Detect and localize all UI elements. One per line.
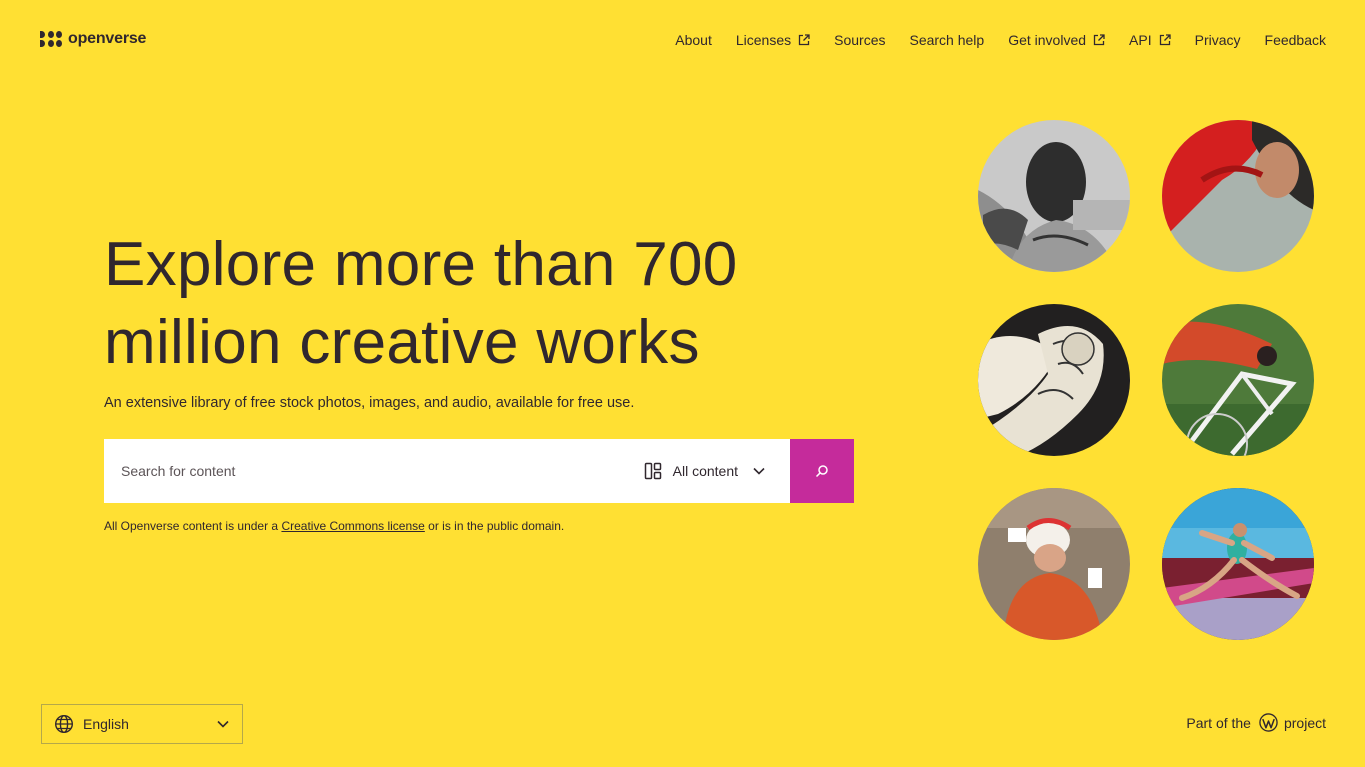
- license-note-text: or is in the public domain.: [424, 519, 565, 533]
- wrestlers-illustration-image: [978, 304, 1130, 456]
- chevron-down-icon: [753, 467, 765, 475]
- search-icon: [815, 465, 828, 478]
- headline-line-1: Explore more than 700: [104, 230, 738, 299]
- search-button[interactable]: [790, 439, 854, 503]
- headline-line-2: million creative works: [104, 308, 700, 377]
- athlete-portrait-image: [978, 120, 1130, 272]
- track-cyclist-image: [1162, 304, 1314, 456]
- nav-get-involved[interactable]: Get involved: [1008, 32, 1105, 48]
- search-field-container: All content: [104, 439, 790, 503]
- license-note: All Openverse content is under a Creativ…: [104, 519, 564, 533]
- chevron-down-icon: [217, 720, 229, 728]
- gallery-image-cyclist-helmet[interactable]: [978, 488, 1130, 640]
- athlete-red-image: [1162, 120, 1314, 272]
- creative-commons-link[interactable]: Creative Commons license: [281, 519, 424, 533]
- nav-api[interactable]: API: [1129, 32, 1171, 48]
- openverse-logo[interactable]: openverse: [40, 30, 146, 48]
- search-input[interactable]: [121, 463, 632, 479]
- wp-credit-text: project: [1283, 714, 1326, 731]
- logo-mark-icon: [40, 31, 62, 47]
- nav-search-help[interactable]: Search help: [909, 32, 984, 48]
- external-link-icon: [1159, 34, 1171, 46]
- nav-feedback[interactable]: Feedback: [1265, 32, 1326, 48]
- language-select[interactable]: English: [41, 704, 243, 744]
- home-page: openverse About Licenses Sources Search …: [0, 0, 1365, 767]
- nav-sources[interactable]: Sources: [834, 32, 885, 48]
- nav-label: API: [1129, 32, 1152, 48]
- sprinter-running-image: [1162, 488, 1314, 640]
- content-type-dropdown[interactable]: All content: [632, 439, 790, 503]
- logo-text: openverse: [68, 30, 147, 47]
- gallery-image-athlete-portrait[interactable]: [978, 120, 1130, 272]
- nav-label: Sources: [834, 32, 886, 48]
- gallery-image-athlete-red[interactable]: [1162, 120, 1314, 272]
- gallery-image-track-cyclist[interactable]: [1162, 304, 1314, 456]
- nav-label: Get involved: [1008, 32, 1087, 48]
- nav-label: Search help: [909, 32, 985, 48]
- main-nav: About Licenses Sources Search help Get i…: [675, 31, 1326, 49]
- external-link-icon: [1093, 34, 1105, 46]
- wp-credit-text: Part of the: [1186, 714, 1251, 731]
- external-link-icon: [798, 34, 810, 46]
- content-type-icon: [644, 462, 661, 480]
- cyclist-helmet-image: [978, 488, 1130, 640]
- nav-privacy[interactable]: Privacy: [1195, 32, 1241, 48]
- wordpress-credit[interactable]: Part of the project: [1186, 713, 1326, 732]
- gallery-image-wrestlers[interactable]: [978, 304, 1130, 456]
- globe-icon: [54, 714, 74, 734]
- wordpress-icon: [1259, 713, 1278, 732]
- nav-label: Licenses: [735, 32, 792, 48]
- page-subtitle: An extensive library of free stock photo…: [104, 395, 635, 411]
- search-bar: All content: [104, 439, 854, 503]
- nav-label: Privacy: [1194, 32, 1241, 48]
- gallery-image-sprinter[interactable]: [1162, 488, 1314, 640]
- nav-label: Feedback: [1264, 32, 1326, 48]
- content-type-label: All content: [672, 463, 738, 479]
- nav-about[interactable]: About: [675, 32, 712, 48]
- nav-label: About: [675, 32, 712, 48]
- license-note-text: All Openverse content is under a: [104, 519, 282, 533]
- page-title: Explore more than 700 million creative w…: [104, 226, 864, 382]
- language-label: English: [83, 716, 129, 732]
- nav-licenses[interactable]: Licenses: [736, 32, 810, 48]
